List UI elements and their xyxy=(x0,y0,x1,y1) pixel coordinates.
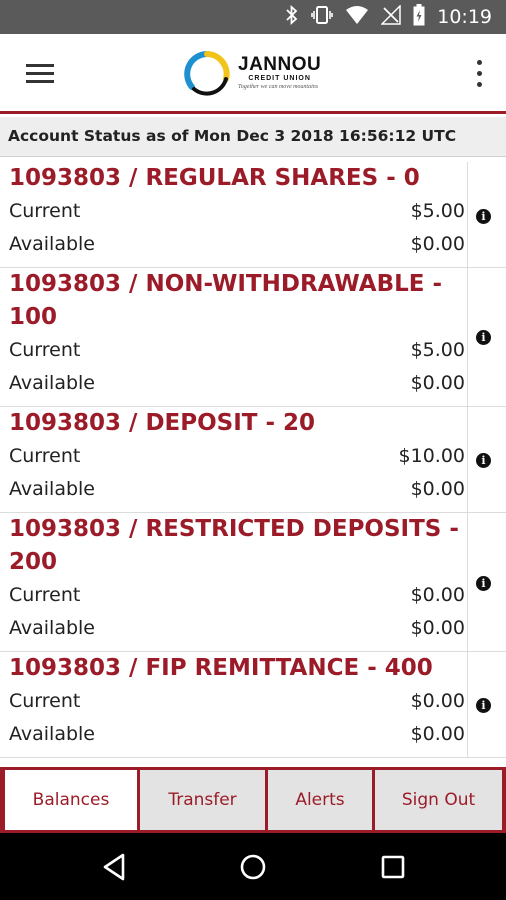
tab-alerts[interactable]: Alerts xyxy=(268,770,372,830)
bottom-tab-bar: Balances Transfer Alerts Sign Out xyxy=(0,767,506,833)
status-bar: 10:19 xyxy=(0,0,506,34)
logo-tagline: Together we can move mountains xyxy=(238,84,319,90)
account-title: 1093803 / REGULAR SHARES - 0 xyxy=(9,165,420,191)
current-row: Current $5.00 xyxy=(0,334,468,367)
tab-transfer[interactable]: Transfer xyxy=(140,770,265,830)
available-row: Available $0.00 xyxy=(0,612,468,645)
account-status-header: Account Status as of Mon Dec 3 2018 16:5… xyxy=(0,117,506,157)
recents-button[interactable] xyxy=(353,833,433,900)
account-item[interactable]: 1093803 / DEPOSIT - 20 Current $10.00 Av… xyxy=(0,407,506,513)
info-icon[interactable]: i xyxy=(476,576,491,591)
available-value: $0.00 xyxy=(410,372,465,394)
current-label: Current xyxy=(9,445,81,467)
info-icon[interactable]: i xyxy=(476,330,491,345)
current-value: $10.00 xyxy=(398,445,465,467)
account-body: 1093803 / RESTRICTED DEPOSITS - 200 Curr… xyxy=(0,513,468,645)
available-value: $0.00 xyxy=(410,723,465,745)
tab-sign-out[interactable]: Sign Out xyxy=(375,770,502,830)
info-icon[interactable]: i xyxy=(476,698,491,713)
available-row: Available $0.00 xyxy=(0,228,468,261)
current-value: $0.00 xyxy=(410,690,465,712)
app-bar: JANNOU CREDIT UNION Together we can move… xyxy=(0,34,506,114)
logo-subtitle: CREDIT UNION xyxy=(248,75,311,82)
account-title-line2: 200 xyxy=(9,549,58,575)
account-item[interactable]: 1093803 / REGULAR SHARES - 0 Current $5.… xyxy=(0,162,506,268)
back-triangle-icon xyxy=(103,853,125,880)
current-row: Current $0.00 xyxy=(0,685,468,718)
available-label: Available xyxy=(9,372,96,394)
available-value: $0.00 xyxy=(410,233,465,255)
account-item[interactable]: 1093803 / RESTRICTED DEPOSITS - 200 Curr… xyxy=(0,513,506,652)
logo-ring-icon xyxy=(184,51,230,96)
current-row: Current $0.00 xyxy=(0,579,468,612)
recents-square-icon xyxy=(381,855,405,878)
jannou-logo: JANNOU CREDIT UNION Together we can move… xyxy=(182,48,321,100)
current-label: Current xyxy=(9,339,81,361)
clock: 10:19 xyxy=(437,6,492,28)
account-title-line2: 100 xyxy=(9,304,58,330)
current-label: Current xyxy=(9,690,81,712)
divider xyxy=(467,268,468,406)
logo-text: JANNOU CREDIT UNION Together we can move… xyxy=(238,54,322,92)
status-icons: 10:19 xyxy=(285,0,492,34)
current-row: Current $5.00 xyxy=(0,195,468,228)
logo-name: JANNOU xyxy=(238,54,322,75)
available-row: Available $0.00 xyxy=(0,473,468,506)
home-circle-icon xyxy=(240,854,266,879)
vibrate-icon xyxy=(311,5,334,29)
divider xyxy=(467,652,468,757)
account-title: 1093803 / FIP REMITTANCE - 400 xyxy=(9,655,433,681)
back-button[interactable] xyxy=(74,833,154,900)
available-label: Available xyxy=(9,617,96,639)
account-title: 1093803 / DEPOSIT - 20 xyxy=(9,410,316,436)
divider xyxy=(467,162,468,267)
available-value: $0.00 xyxy=(410,478,465,500)
account-title-line1: 1093803 / NON-WITHDRAWABLE - xyxy=(9,271,443,297)
battery-charging-icon xyxy=(413,4,425,30)
account-item[interactable]: 1093803 / FIP REMITTANCE - 400 Current $… xyxy=(0,652,506,758)
home-button[interactable] xyxy=(213,833,293,900)
account-title-line1: 1093803 / RESTRICTED DEPOSITS - xyxy=(9,516,459,542)
current-value: $5.00 xyxy=(410,200,465,222)
current-row: Current $10.00 xyxy=(0,440,468,473)
bluetooth-icon xyxy=(285,4,299,29)
current-value: $5.00 xyxy=(410,339,465,361)
account-list[interactable]: 1093803 / REGULAR SHARES - 0 Current $5.… xyxy=(0,162,506,767)
account-status-text: Account Status as of Mon Dec 3 2018 16:5… xyxy=(8,127,457,145)
account-body: 1093803 / NON-WITHDRAWABLE - 100 Current… xyxy=(0,268,468,400)
available-label: Available xyxy=(9,233,96,255)
more-vert-icon[interactable] xyxy=(474,60,484,88)
account-body: 1093803 / FIP REMITTANCE - 400 Current $… xyxy=(0,652,468,751)
hamburger-menu-icon[interactable] xyxy=(26,64,54,84)
wifi-icon xyxy=(345,5,369,29)
no-signal-icon xyxy=(380,4,401,29)
account-body: 1093803 / REGULAR SHARES - 0 Current $5.… xyxy=(0,162,468,261)
divider xyxy=(467,407,468,512)
available-row: Available $0.00 xyxy=(0,718,468,751)
current-value: $0.00 xyxy=(410,584,465,606)
account-body: 1093803 / DEPOSIT - 20 Current $10.00 Av… xyxy=(0,407,468,506)
current-label: Current xyxy=(9,200,81,222)
divider xyxy=(467,513,468,651)
current-label: Current xyxy=(9,584,81,606)
account-item[interactable]: 1093803 / NON-WITHDRAWABLE - 100 Current… xyxy=(0,268,506,407)
system-nav-bar xyxy=(0,833,506,900)
tab-balances[interactable]: Balances xyxy=(5,770,137,830)
info-icon[interactable]: i xyxy=(476,209,491,224)
available-label: Available xyxy=(9,723,96,745)
info-icon[interactable]: i xyxy=(476,453,491,468)
available-label: Available xyxy=(9,478,96,500)
available-row: Available $0.00 xyxy=(0,367,468,400)
available-value: $0.00 xyxy=(410,617,465,639)
